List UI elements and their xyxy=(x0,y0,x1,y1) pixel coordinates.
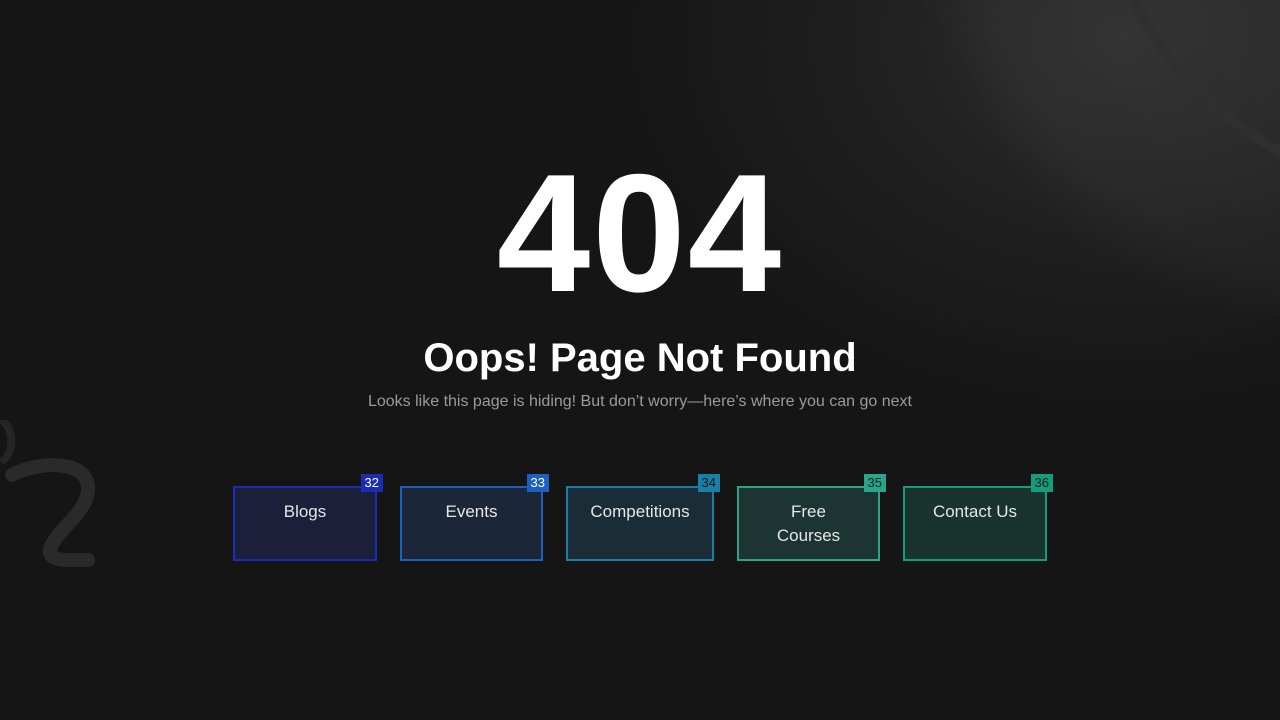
contact-us-button-label: Contact Us xyxy=(932,502,1018,521)
page-title: Oops! Page Not Found xyxy=(423,336,857,380)
events-button-label: Events xyxy=(445,502,498,521)
contact-us-button[interactable]: Contact Us 36 xyxy=(903,474,1053,561)
competitions-button[interactable]: Competitions 34 xyxy=(566,474,720,561)
events-button-badge: 33 xyxy=(526,474,549,492)
free-courses-button-badge: 35 xyxy=(863,474,886,492)
contact-us-button-badge: 36 xyxy=(1030,474,1053,492)
free-courses-button-label: Free Courses xyxy=(776,502,841,545)
competitions-button-label: Competitions xyxy=(590,502,690,521)
blogs-button[interactable]: Blogs 32 xyxy=(233,474,383,561)
error-message: Looks like this page is hiding! But don’… xyxy=(367,393,912,410)
competitions-button-badge: 34 xyxy=(697,474,720,492)
not-found-page: 404 Oops! Page Not Found Looks like this… xyxy=(0,0,1280,720)
squiggle-shape xyxy=(0,420,95,568)
blogs-button-label: Blogs xyxy=(283,502,327,521)
free-courses-button[interactable]: Free Courses 35 xyxy=(737,474,886,561)
blogs-button-badge: 32 xyxy=(360,474,383,492)
error-code: 404 xyxy=(496,139,784,327)
events-button[interactable]: Events 33 xyxy=(400,474,549,561)
